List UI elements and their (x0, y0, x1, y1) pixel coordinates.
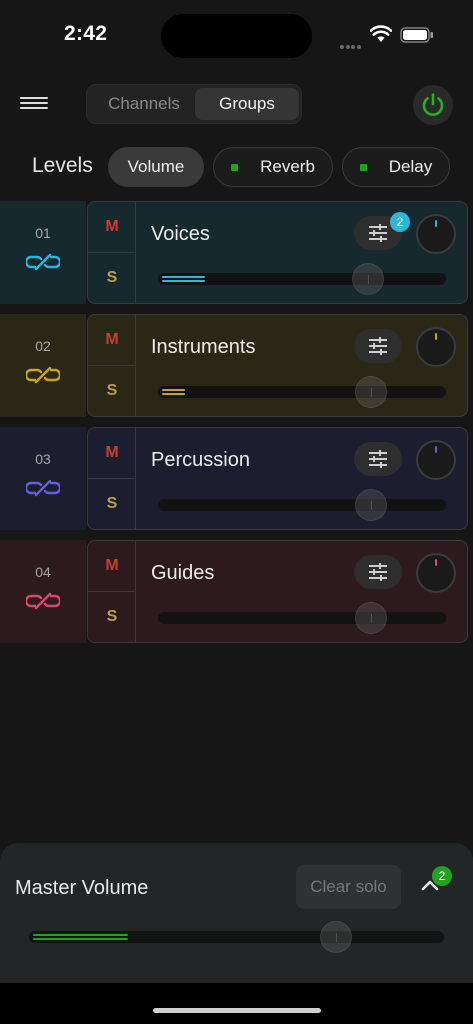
link-icon (26, 253, 60, 271)
status-bar: 2:42 (0, 0, 473, 70)
solo-button[interactable]: S (88, 592, 136, 642)
link-icon (26, 479, 60, 497)
home-area (0, 983, 473, 1024)
eq-settings-button[interactable] (354, 329, 402, 363)
battery-icon (400, 27, 433, 43)
group-name: Voices (151, 223, 210, 245)
notification-badge: 2 (432, 866, 452, 886)
pan-knob[interactable] (416, 214, 456, 254)
sliders-icon (369, 563, 387, 581)
mute-solo-column: M S (88, 428, 136, 529)
volume-slider-thumb[interactable] (355, 489, 388, 521)
mute-button[interactable]: M (88, 315, 136, 366)
sliders-icon (369, 337, 387, 355)
level-meter (162, 280, 206, 282)
level-meter (162, 393, 186, 395)
group-card: M S Voices 2 (87, 201, 468, 304)
reverb-indicator-icon (231, 163, 239, 171)
group-number: 02 (35, 338, 51, 354)
mute-button[interactable]: M (88, 428, 136, 479)
master-panel: Master Volume Clear solo 2 (0, 843, 473, 983)
power-button[interactable] (413, 85, 453, 125)
group-index: 02 (0, 314, 86, 417)
knob-indicator (435, 446, 437, 453)
group-number: 04 (35, 564, 51, 580)
cellular-signal-icon (340, 36, 362, 49)
menu-button[interactable] (20, 94, 48, 116)
volume-slider-thumb[interactable] (352, 263, 385, 295)
group-index: 04 (0, 540, 86, 643)
volume-slider-thumb[interactable] (355, 376, 388, 408)
pan-knob[interactable] (416, 327, 456, 367)
solo-button[interactable]: S (88, 366, 136, 416)
level-meter (162, 276, 206, 278)
knob-indicator (435, 559, 437, 566)
group-card: M S Percussion (87, 427, 468, 530)
sliders-icon (369, 450, 387, 468)
home-indicator[interactable] (153, 1008, 321, 1013)
group-number: 01 (35, 225, 51, 241)
group-row: 01 M S Voices 2 (0, 201, 473, 304)
volume-slider[interactable] (158, 602, 446, 634)
group-row: 03 M S Percussion (0, 427, 473, 530)
mute-solo-column: M S (88, 541, 136, 642)
pan-knob[interactable] (416, 553, 456, 593)
dynamic-island (161, 14, 312, 58)
clear-solo-button[interactable]: Clear solo (296, 865, 401, 909)
view-switcher: Channels Groups (86, 84, 302, 124)
volume-slider[interactable] (158, 263, 446, 295)
pill-volume[interactable]: Volume (108, 147, 204, 187)
pill-reverb[interactable]: Reverb (213, 147, 333, 187)
power-icon (422, 93, 444, 116)
mute-solo-column: M S (88, 202, 136, 303)
volume-slider[interactable] (158, 489, 446, 521)
wifi-icon (370, 25, 392, 42)
pill-reverb-label: Reverb (260, 157, 315, 176)
group-index: 03 (0, 427, 86, 530)
knob-indicator (435, 333, 437, 340)
pill-volume-label: Volume (127, 157, 185, 176)
volume-slider-thumb[interactable] (355, 602, 388, 634)
pill-delay[interactable]: Delay (342, 147, 450, 187)
group-name: Guides (151, 562, 215, 584)
master-volume-title: Master Volume (15, 877, 149, 899)
group-name: Percussion (151, 449, 250, 471)
group-card: M S Guides (87, 540, 468, 643)
solo-button[interactable]: S (88, 253, 136, 303)
volume-slider[interactable] (158, 376, 446, 408)
eq-settings-button[interactable] (354, 442, 402, 476)
status-time: 2:42 (64, 22, 108, 45)
group-row: 02 M S Instruments (0, 314, 473, 417)
group-row: 04 M S Guides (0, 540, 473, 643)
menu-icon (20, 97, 48, 99)
pan-knob[interactable] (416, 440, 456, 480)
master-level-meter (33, 938, 129, 940)
mute-solo-column: M S (88, 315, 136, 416)
group-name: Instruments (151, 336, 256, 358)
master-level-meter (33, 934, 129, 936)
knob-indicator (435, 220, 437, 227)
eq-settings-button[interactable] (354, 555, 402, 589)
eq-badge: 2 (390, 212, 410, 232)
mute-button[interactable]: M (88, 541, 136, 592)
master-volume-thumb[interactable] (320, 921, 353, 953)
sliders-icon (369, 224, 387, 242)
group-card: M S Instruments (87, 314, 468, 417)
group-number: 03 (35, 451, 51, 467)
mute-button[interactable]: M (88, 202, 136, 253)
link-icon (26, 592, 60, 610)
levels-label: Levels (32, 154, 93, 177)
level-meter (162, 389, 186, 391)
pill-delay-label: Delay (388, 157, 433, 176)
solo-button[interactable]: S (88, 479, 136, 529)
tab-channels[interactable]: Channels (91, 88, 197, 120)
link-icon (26, 366, 60, 384)
master-volume-slider[interactable] (29, 921, 444, 953)
delay-indicator-icon (359, 163, 367, 171)
group-index: 01 (0, 201, 86, 304)
tab-groups[interactable]: Groups (195, 88, 299, 120)
